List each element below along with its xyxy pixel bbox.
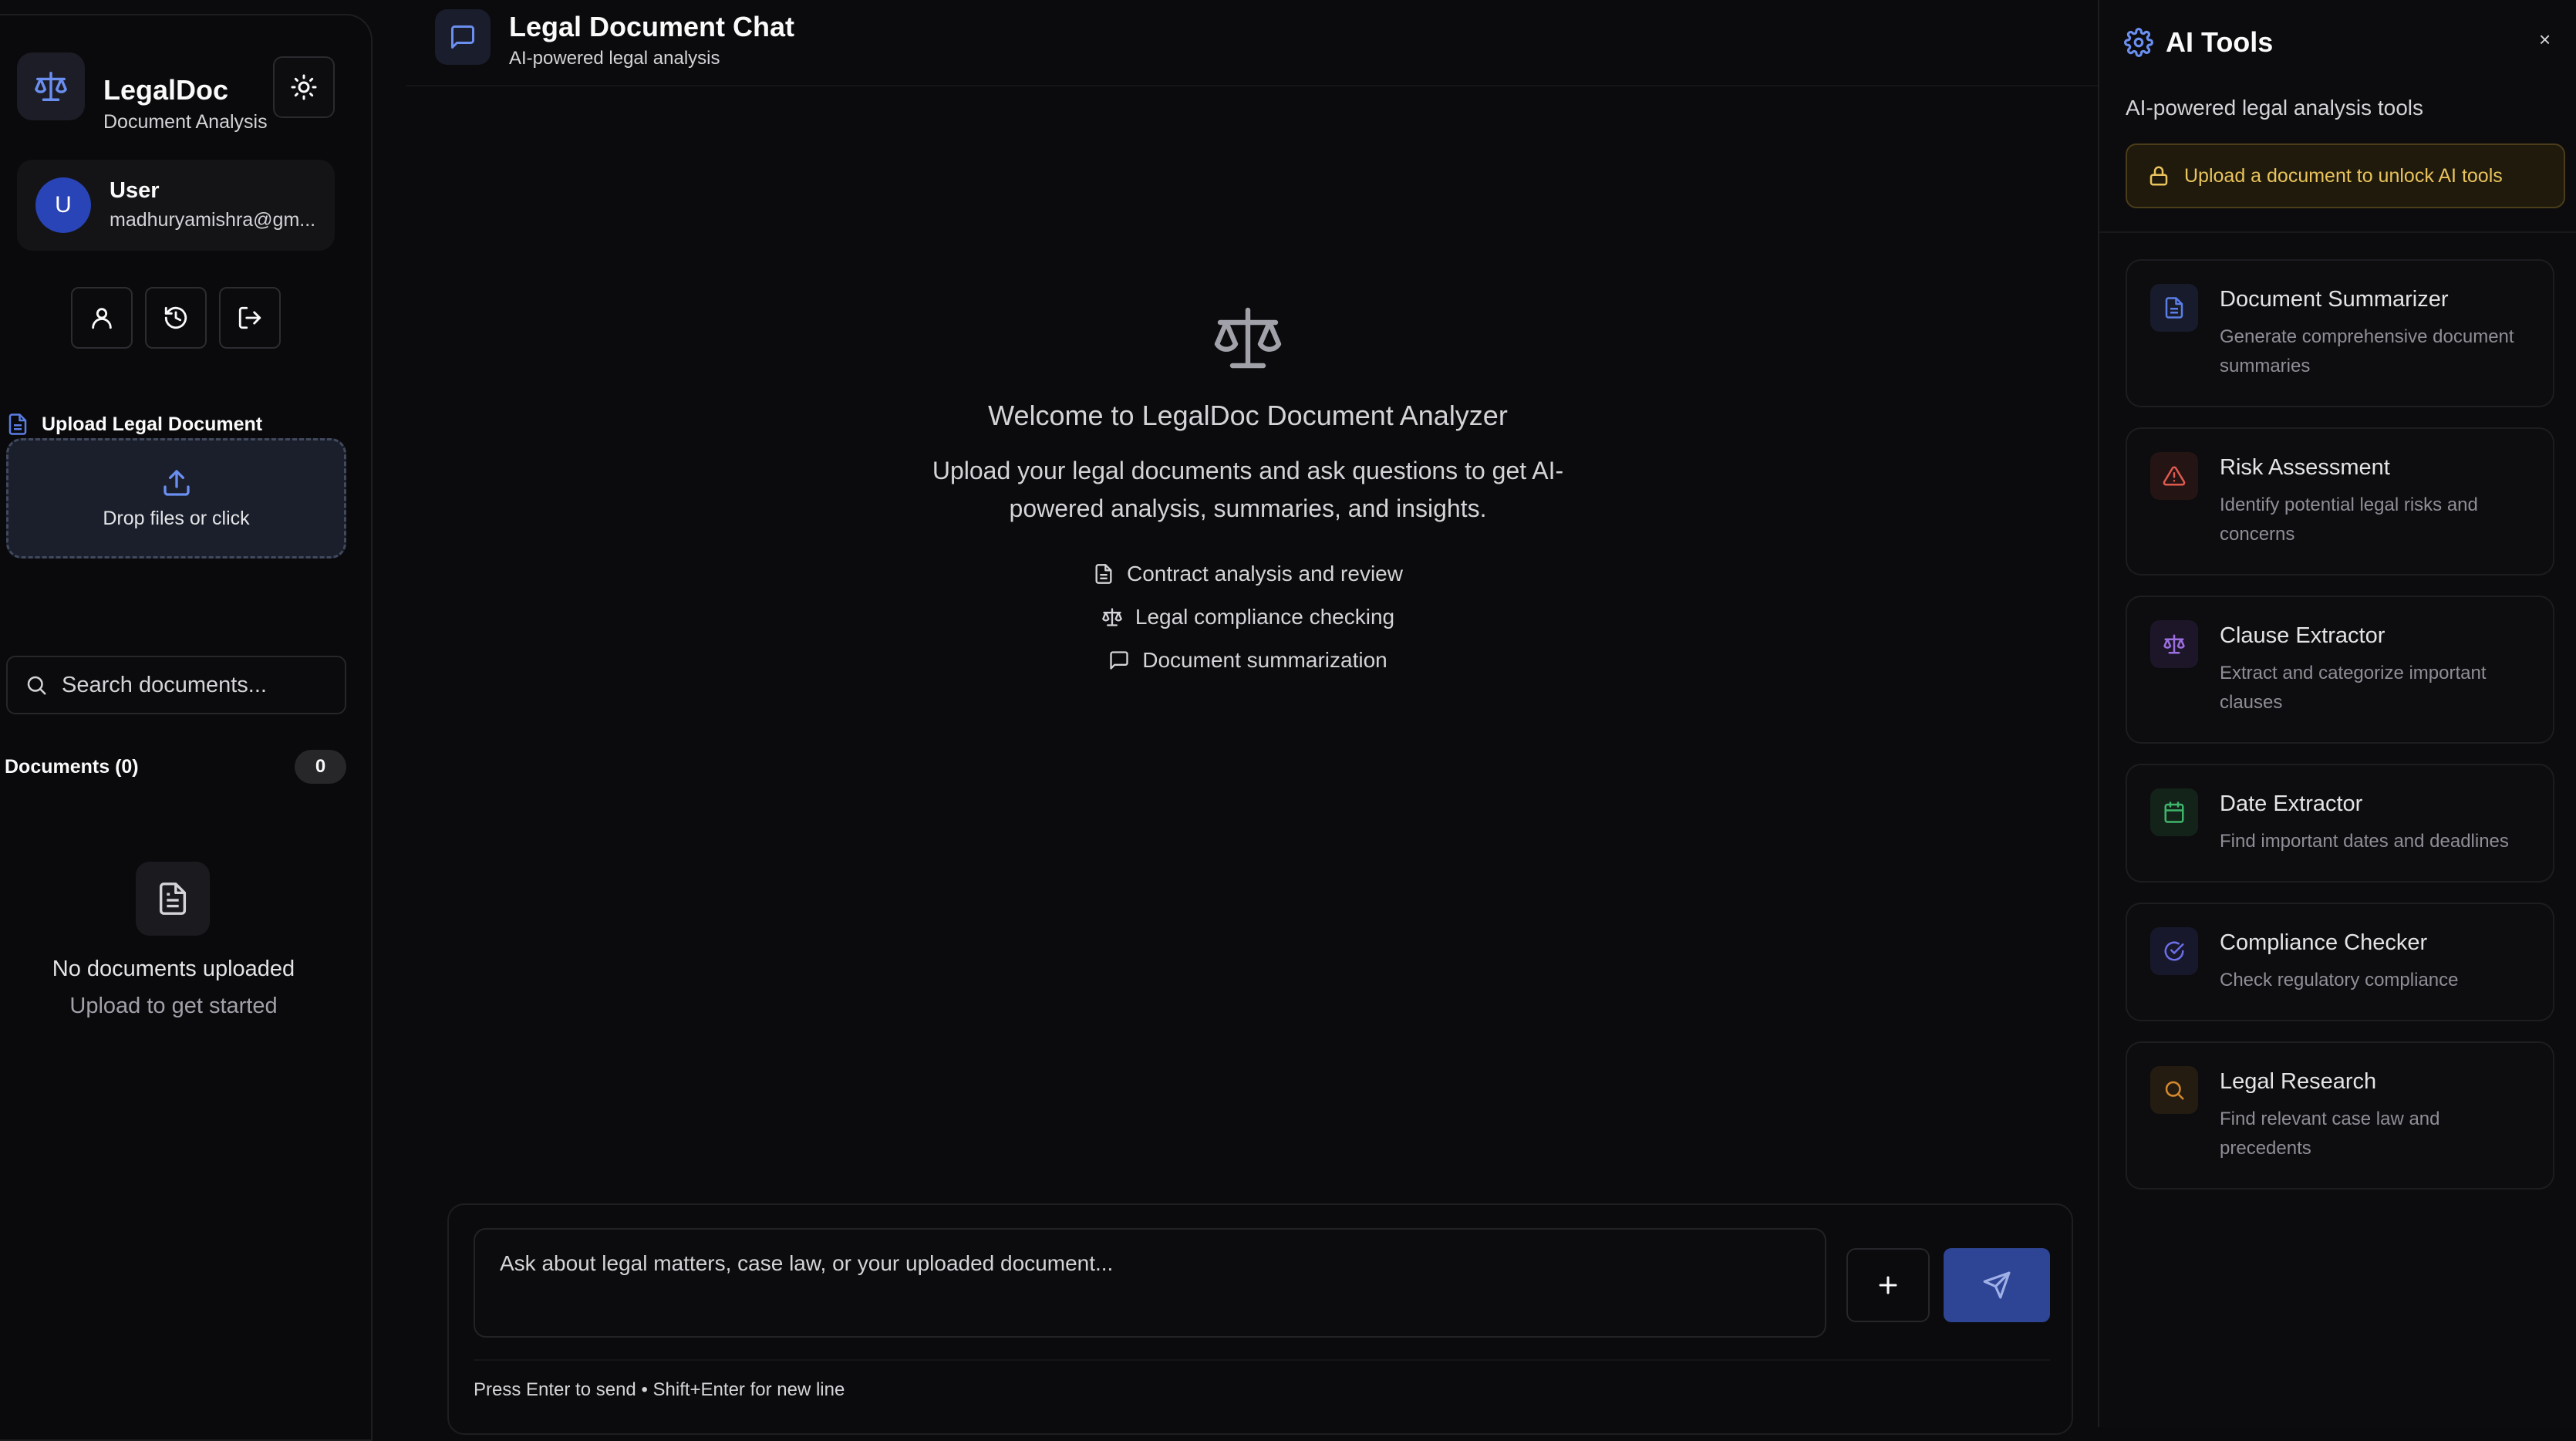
- user-icon: [92, 308, 112, 329]
- welcome-panel: Welcome to LegalDoc Document Analyzer Up…: [818, 301, 1678, 673]
- ai-tools-title: AI Tools: [2166, 26, 2274, 58]
- tool-icon-box: [2150, 788, 2198, 836]
- feature-label: Legal compliance checking: [1135, 605, 1395, 629]
- chat-bubble-icon: [1110, 651, 1128, 670]
- brand-logo: [17, 52, 85, 120]
- send-icon: [1983, 1271, 2011, 1299]
- history-button[interactable]: [145, 287, 207, 349]
- ai-tools-header: AI Tools: [2124, 26, 2273, 59]
- tool-description: Check regulatory compliance: [2220, 970, 2459, 990]
- feature-label: Contract analysis and review: [1127, 562, 1403, 586]
- upload-label-text: Upload Legal Document: [42, 413, 263, 435]
- scale-icon: [2163, 634, 2185, 654]
- profile-button[interactable]: [71, 287, 133, 349]
- upload-section-label: Upload Legal Document: [6, 413, 262, 436]
- welcome-description: Upload your legal documents and ask ques…: [932, 457, 1564, 522]
- user-email: madhuryamishra@gm...: [110, 209, 316, 231]
- close-panel-button[interactable]: ×: [2539, 28, 2551, 52]
- gear-icon: [2124, 28, 2153, 57]
- upload-dropzone[interactable]: Drop files or click: [6, 438, 346, 559]
- logout-button[interactable]: [219, 287, 281, 349]
- history-icon: [164, 306, 187, 329]
- search-input[interactable]: [62, 672, 339, 698]
- ai-tools-panel: AI Tools × AI-powered legal analysis too…: [2098, 0, 2576, 1427]
- tool-icon-box: [2150, 620, 2198, 668]
- sun-icon: [291, 74, 317, 100]
- tools-divider: [2099, 231, 2576, 233]
- chat-bubble-icon: [451, 25, 474, 49]
- unlock-notice-text: Upload a document to unlock AI tools: [2184, 164, 2503, 187]
- empty-state-icon-box: [136, 862, 210, 936]
- document-icon: [8, 413, 27, 435]
- tool-card-legal-research[interactable]: Legal Research Find relevant case law an…: [2126, 1041, 2554, 1190]
- unlock-notice: Upload a document to unlock AI tools: [2126, 143, 2565, 208]
- tool-description: Generate comprehensive document summarie…: [2220, 326, 2514, 376]
- documents-count-badge: 0: [295, 750, 346, 784]
- ai-tools-subtitle: AI-powered legal analysis tools: [2126, 96, 2423, 120]
- search-icon: [2165, 1081, 2184, 1100]
- empty-state-title: No documents uploaded: [52, 957, 295, 981]
- feature-item: Document summarization: [1108, 648, 1387, 673]
- feature-item: Legal compliance checking: [1101, 605, 1394, 629]
- check-circle-icon: [2164, 941, 2184, 961]
- tool-icon-box: [2150, 1066, 2198, 1114]
- scale-icon: [35, 72, 67, 101]
- send-button[interactable]: [1944, 1248, 2050, 1322]
- search-icon: [27, 676, 46, 695]
- tool-description: Find relevant case law and precedents: [2220, 1109, 2440, 1159]
- warning-icon: [2163, 466, 2186, 486]
- composer-hint: Press Enter to send • Shift+Enter for ne…: [474, 1379, 845, 1400]
- document-icon: [159, 882, 187, 915]
- tool-title: Legal Research: [2220, 1069, 2377, 1094]
- composer-divider: [474, 1359, 2050, 1361]
- calendar-icon: [2164, 801, 2184, 823]
- search-box: [6, 656, 346, 714]
- tool-card-clause-extractor[interactable]: Clause Extractor Extract and categorize …: [2126, 596, 2554, 744]
- feature-label: Document summarization: [1142, 648, 1387, 672]
- tool-card-risk-assessment[interactable]: Risk Assessment Identify potential legal…: [2126, 427, 2554, 575]
- logout-icon: [238, 306, 261, 329]
- tool-description: Identify potential legal risks and conce…: [2220, 494, 2478, 545]
- tool-icon-box: [2150, 452, 2198, 500]
- plus-icon: [1879, 1276, 1897, 1294]
- welcome-title: Welcome to LegalDoc Document Analyzer: [988, 400, 1508, 431]
- dropzone-text: Drop files or click: [103, 507, 250, 529]
- page-subtitle: AI-powered legal analysis: [509, 48, 720, 69]
- tool-card-document-summarizer[interactable]: Document Summarizer Generate comprehensi…: [2126, 259, 2554, 407]
- tool-description: Extract and categorize important clauses: [2220, 663, 2487, 713]
- theme-toggle-button[interactable]: [273, 56, 335, 118]
- brand-subtitle: Document Analysis: [103, 111, 268, 133]
- tool-title: Document Summarizer: [2220, 287, 2449, 312]
- tool-card-date-extractor[interactable]: Date Extractor Find important dates and …: [2126, 764, 2554, 882]
- scale-icon: [1102, 608, 1122, 626]
- user-name: User: [110, 178, 160, 203]
- empty-state-subtitle: Upload to get started: [69, 994, 278, 1018]
- tool-icon-box: [2150, 284, 2198, 332]
- tool-description: Find important dates and deadlines: [2220, 831, 2509, 852]
- chat-header-icon: [435, 9, 491, 65]
- tool-title: Risk Assessment: [2220, 455, 2390, 480]
- upload-icon: [163, 469, 190, 496]
- header-divider: [406, 85, 2098, 86]
- tool-title: Clause Extractor: [2220, 623, 2385, 648]
- brand-name: LegalDoc: [103, 74, 229, 106]
- user-card[interactable]: U User madhuryamishra@gm...: [17, 160, 335, 251]
- tool-title: Date Extractor: [2220, 791, 2363, 816]
- tool-icon-box: [2150, 927, 2198, 975]
- feature-item: Contract analysis and review: [1093, 562, 1403, 586]
- lock-icon: [2149, 166, 2168, 186]
- page-title: Legal Document Chat: [509, 11, 795, 42]
- feature-list: Contract analysis and review Legal compl…: [818, 562, 1678, 673]
- tool-card-compliance-checker[interactable]: Compliance Checker Check regulatory comp…: [2126, 903, 2554, 1021]
- sidebar: LegalDoc Document Analysis U User madhur…: [0, 14, 373, 1441]
- scale-icon: [1214, 307, 1282, 369]
- document-icon: [2165, 297, 2183, 319]
- avatar: U: [35, 177, 91, 233]
- documents-label: Documents (0): [5, 756, 139, 778]
- attach-button[interactable]: [1846, 1248, 1930, 1322]
- document-icon: [1095, 564, 1112, 584]
- message-input[interactable]: [474, 1228, 1826, 1338]
- tool-title: Compliance Checker: [2220, 930, 2428, 955]
- message-composer: Press Enter to send • Shift+Enter for ne…: [447, 1203, 2073, 1435]
